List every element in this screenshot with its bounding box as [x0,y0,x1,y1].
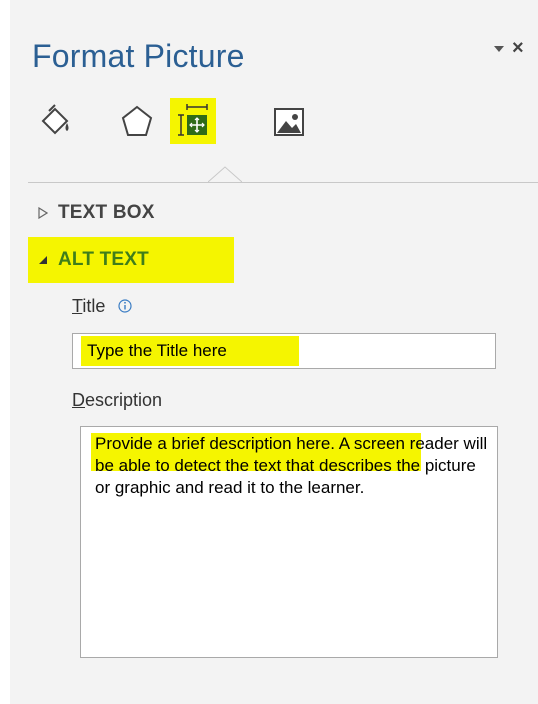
collapsed-arrow-icon [28,207,58,219]
title-input[interactable]: Type the Title here [72,333,496,369]
close-icon[interactable]: × [512,38,524,58]
title-label-rest: itle [82,296,106,316]
description-textarea-value: Provide a brief description here. A scre… [95,434,488,497]
section-text-box-label: TEXT BOX [58,202,155,223]
title-field-label: Title [72,296,105,317]
title-input-value: Type the Title here [87,341,227,360]
fill-line-tab[interactable] [32,98,78,144]
info-icon[interactable] [118,299,132,313]
picture-icon [274,108,304,136]
description-textarea[interactable]: Provide a brief description here. A scre… [80,426,498,658]
dropdown-arrow-icon[interactable] [492,42,506,56]
tab-divider [28,182,538,183]
section-text-box[interactable]: TEXT BOX [28,197,155,229]
pane-title: Format Picture [32,38,245,74]
effects-tab[interactable] [114,98,160,144]
pentagon-icon [121,105,153,136]
paint-bucket-icon [41,104,69,135]
description-field-label: Description [72,390,162,411]
size-properties-icon [178,104,208,136]
picture-tab[interactable] [266,98,312,144]
section-alt-text[interactable]: ALT TEXT [28,237,234,283]
description-label-rest: escription [85,390,163,410]
section-alt-text-label: ALT TEXT [58,249,149,270]
format-picture-pane: Format Picture × TEXT BOX ALT TEXT Title… [10,0,538,704]
active-tab-notch [208,166,242,183]
expanded-arrow-icon [28,255,58,265]
size-properties-tab[interactable] [170,98,216,144]
description-label-mnemonic: D [72,390,85,410]
title-label-mnemonic: T [72,296,83,316]
